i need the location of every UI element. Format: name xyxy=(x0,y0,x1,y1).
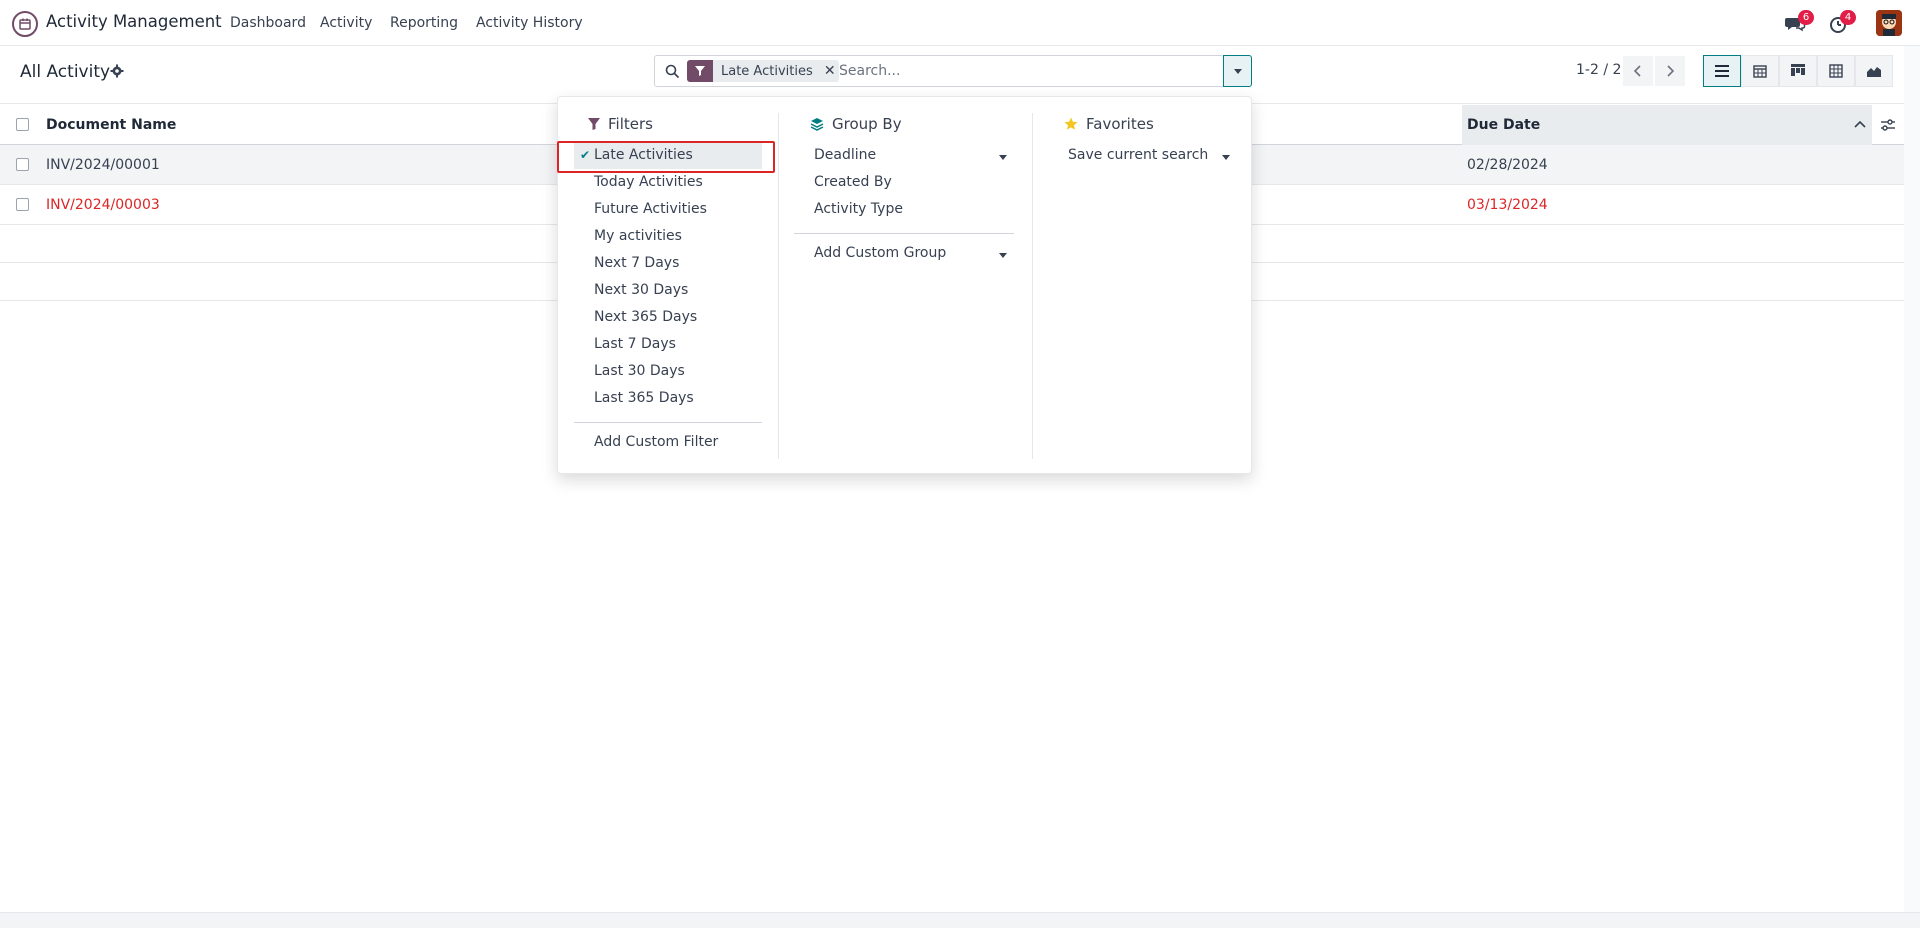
filter-next-7-days[interactable]: Next 7 Days xyxy=(594,255,679,271)
calendar-icon xyxy=(1753,65,1767,78)
nav-dashboard[interactable]: Dashboard xyxy=(230,15,306,31)
filter-last-365-days[interactable]: Last 365 Days xyxy=(594,390,694,406)
search-facet-late-activities: Late Activities ✕ xyxy=(687,60,839,82)
column-document-name[interactable]: Document Name xyxy=(46,117,176,133)
remove-facet-icon[interactable]: ✕ xyxy=(821,60,839,82)
area-chart-icon xyxy=(1867,67,1881,77)
row-checkbox[interactable] xyxy=(16,198,29,211)
pivot-view-button[interactable] xyxy=(1817,55,1855,87)
caret-down-icon[interactable] xyxy=(999,253,1007,258)
app-logo-icon[interactable] xyxy=(12,11,38,37)
filter-last-7-days[interactable]: Last 7 Days xyxy=(594,336,676,352)
app-name[interactable]: Activity Management xyxy=(46,12,222,31)
row-due-date: 02/28/2024 xyxy=(1467,157,1548,173)
horizontal-scrollbar[interactable] xyxy=(0,912,1920,928)
caret-down-icon[interactable] xyxy=(999,155,1007,160)
nav-activity[interactable]: Activity xyxy=(320,15,372,31)
caret-down-icon[interactable] xyxy=(1222,155,1230,160)
group-by-activity-type[interactable]: Activity Type xyxy=(814,201,903,217)
filters-title: Filters xyxy=(608,115,653,133)
row-document-name: INV/2024/00001 xyxy=(46,157,160,173)
graph-view-button[interactable] xyxy=(1855,55,1893,87)
column-due-date[interactable]: Due Date xyxy=(1467,117,1540,133)
search-bar: Late Activities ✕ xyxy=(654,55,1224,87)
column-separator xyxy=(778,113,779,459)
row-document-name: INV/2024/00003 xyxy=(46,197,160,213)
top-navbar: Activity Management Dashboard Activity R… xyxy=(0,0,1920,46)
filter-icon xyxy=(588,118,600,130)
add-custom-group[interactable]: Add Custom Group xyxy=(814,245,946,261)
layers-icon xyxy=(810,118,824,131)
group-by-created-by[interactable]: Created By xyxy=(814,174,892,190)
search-icon xyxy=(665,64,680,79)
group-by-title: Group By xyxy=(832,115,902,133)
group-by-deadline[interactable]: Deadline xyxy=(814,147,876,163)
activities-badge: 4 xyxy=(1840,10,1856,25)
add-custom-filter[interactable]: Add Custom Filter xyxy=(594,434,718,450)
favorites-section-title: Favorites xyxy=(1064,115,1154,133)
save-current-search[interactable]: Save current search xyxy=(1068,147,1208,163)
filter-future-activities[interactable]: Future Activities xyxy=(594,201,707,217)
filter-next-365-days[interactable]: Next 365 Days xyxy=(594,309,697,325)
filter-last-30-days[interactable]: Last 30 Days xyxy=(594,363,685,379)
filter-funnel-icon xyxy=(687,60,713,82)
page-title: All Activity xyxy=(20,62,111,82)
user-avatar[interactable] xyxy=(1876,10,1902,36)
column-separator xyxy=(1032,113,1033,459)
optional-columns-icon[interactable] xyxy=(1880,117,1896,133)
select-all-checkbox[interactable] xyxy=(16,118,29,131)
messages-badge: 6 xyxy=(1798,10,1814,25)
group-by-divider xyxy=(794,233,1014,234)
gear-icon[interactable] xyxy=(110,64,124,78)
pager-next-button[interactable] xyxy=(1655,56,1685,86)
filter-my-activities[interactable]: My activities xyxy=(594,228,682,244)
kanban-view-button[interactable] xyxy=(1779,55,1817,87)
view-switcher xyxy=(1703,55,1893,87)
list-icon xyxy=(1715,65,1729,77)
row-due-date: 03/13/2024 xyxy=(1467,197,1548,213)
star-icon xyxy=(1064,117,1078,130)
group-by-section-title: Group By xyxy=(810,115,902,133)
vertical-scrollbar[interactable] xyxy=(1904,46,1920,912)
search-panel-toggle-button[interactable] xyxy=(1223,55,1252,87)
search-options-panel: Filters ✔ Late Activities Today Activiti… xyxy=(557,96,1252,474)
filter-next-30-days[interactable]: Next 30 Days xyxy=(594,282,688,298)
check-icon: ✔ xyxy=(580,148,591,162)
filter-late-activities[interactable]: Late Activities xyxy=(594,147,693,163)
search-input[interactable] xyxy=(839,61,1209,81)
nav-activity-history[interactable]: Activity History xyxy=(476,15,583,31)
filters-section-title: Filters xyxy=(588,115,653,133)
caret-down-icon xyxy=(1233,68,1242,74)
pager-value[interactable]: 1-2 / 2 xyxy=(1576,62,1621,78)
favorites-title: Favorites xyxy=(1086,115,1154,133)
pager-previous-button[interactable] xyxy=(1623,56,1653,86)
pivot-table-icon xyxy=(1829,64,1843,78)
list-view-button[interactable] xyxy=(1703,55,1741,87)
filters-divider xyxy=(574,422,762,423)
kanban-icon xyxy=(1791,64,1805,76)
chevron-left-icon xyxy=(1633,65,1641,77)
sort-ascending-icon[interactable] xyxy=(1854,119,1866,131)
calendar-view-button[interactable] xyxy=(1741,55,1779,87)
chevron-right-icon xyxy=(1667,65,1675,77)
facet-label: Late Activities xyxy=(721,63,813,79)
row-checkbox[interactable] xyxy=(16,158,29,171)
nav-reporting[interactable]: Reporting xyxy=(390,15,458,31)
filter-today-activities[interactable]: Today Activities xyxy=(594,174,703,190)
